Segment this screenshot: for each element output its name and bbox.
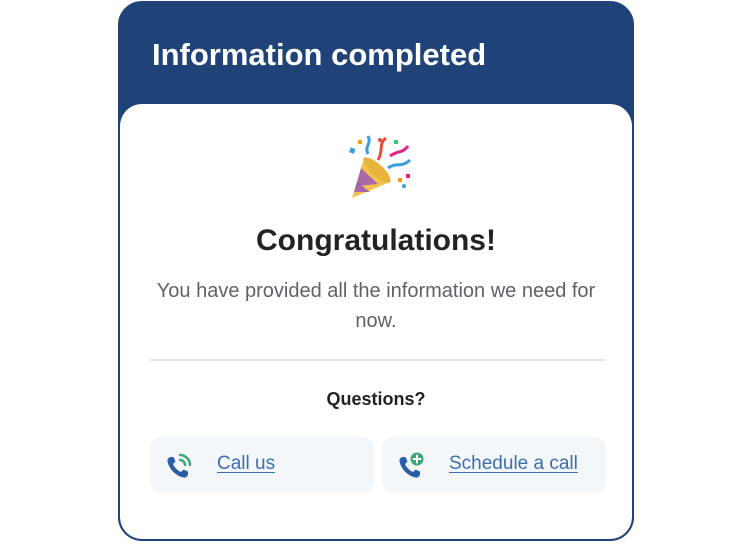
phone-add-icon	[399, 452, 424, 478]
divider	[150, 359, 606, 361]
header-title: Information completed	[152, 37, 487, 72]
card-body: Congratulations! You have provided all t…	[120, 104, 632, 539]
schedule-call-button[interactable]: Schedule a call	[382, 437, 606, 493]
schedule-call-link[interactable]: Schedule a call	[449, 453, 578, 475]
call-us-link[interactable]: Call us	[217, 453, 275, 475]
phone-ringing-icon	[167, 453, 192, 478]
congratulations-heading: Congratulations!	[256, 224, 496, 257]
info-complete-card: Information completed Congratulations! Y…	[118, 1, 634, 541]
questions-heading: Questions?	[326, 389, 426, 409]
completion-message: You have provided all the information we…	[156, 280, 596, 332]
call-us-button[interactable]: Call us	[150, 437, 374, 493]
party-popper-icon	[349, 135, 412, 198]
